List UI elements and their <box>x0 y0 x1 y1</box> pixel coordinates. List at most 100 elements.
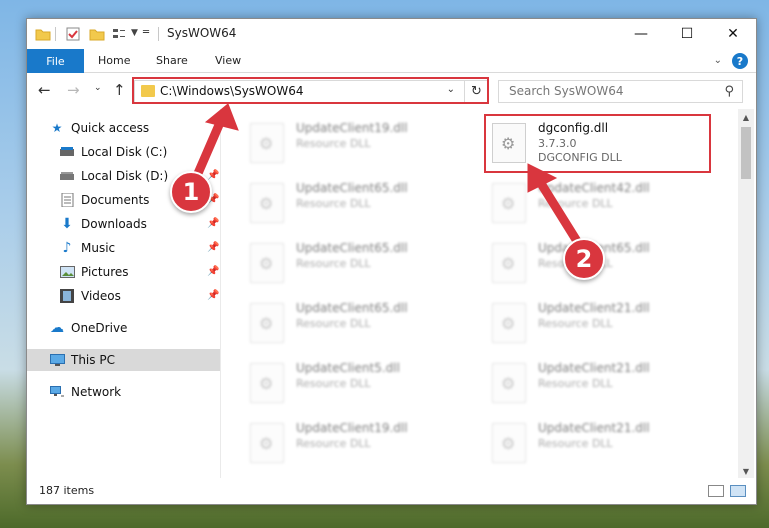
sidebar-item-this-pc[interactable]: This PC <box>27 349 220 371</box>
dll-file-icon <box>492 183 526 223</box>
sidebar-item-label: Local Disk (D:) <box>81 169 169 183</box>
file-highlight-box <box>484 114 711 173</box>
sidebar-item-network[interactable]: Network <box>49 381 219 403</box>
file-item[interactable]: UpdateClient65.dll Resource DLL <box>242 297 452 349</box>
tab-home[interactable]: Home <box>98 54 130 67</box>
forward-arrow-icon[interactable]: → <box>67 81 80 99</box>
large-icons-view-icon[interactable] <box>730 485 746 497</box>
file-description: Resource DLL <box>538 437 613 450</box>
sidebar-item-label: Network <box>71 385 122 399</box>
file-description: Resource DLL <box>538 377 613 390</box>
sidebar-item-quick-access[interactable]: ★ Quick access <box>49 117 219 139</box>
file-item[interactable]: UpdateClient65.dll Resource DLL <box>242 177 452 229</box>
search-box[interactable]: Search SysWOW64 ⚲ <box>498 80 743 103</box>
item-count: 187 items <box>39 484 95 497</box>
file-description: Resource DLL <box>296 257 371 270</box>
help-icon[interactable]: ? <box>732 53 748 69</box>
recent-locations-icon[interactable]: ⌄ <box>94 83 102 93</box>
network-icon <box>49 384 65 400</box>
file-name: UpdateClient19.dll <box>296 121 408 135</box>
dll-file-icon <box>250 303 284 343</box>
sidebar-item-label: Videos <box>81 289 121 303</box>
computer-icon <box>49 352 65 368</box>
back-arrow-icon[interactable]: ← <box>38 81 51 99</box>
file-description: Resource DLL <box>296 317 371 330</box>
address-highlight-box <box>132 77 489 104</box>
qa-customize-icon[interactable]: ═ <box>143 27 149 38</box>
details-view-icon[interactable] <box>708 485 724 497</box>
sidebar-item-label: OneDrive <box>71 321 128 335</box>
sidebar-item-label: Downloads <box>81 217 147 231</box>
file-name: UpdateClient65.dll <box>296 241 408 255</box>
pin-icon[interactable]: 📌 <box>207 170 219 181</box>
pictures-icon <box>59 264 75 280</box>
sidebar-item-local-disk-c[interactable]: Local Disk (C:) <box>59 141 219 163</box>
pin-icon[interactable]: 📌 <box>207 266 219 277</box>
file-name: UpdateClient21.dll <box>538 301 650 315</box>
sidebar-item-label: Local Disk (C:) <box>81 145 168 159</box>
tab-share[interactable]: Share <box>156 54 188 67</box>
file-item[interactable]: UpdateClient21.dll Resource DLL <box>484 297 694 349</box>
properties-icon[interactable] <box>65 26 81 42</box>
star-icon: ★ <box>51 121 63 135</box>
file-description: Resource DLL <box>538 197 613 210</box>
navigation-pane: ★ Quick access Local Disk (C:) Local Dis… <box>27 109 221 479</box>
file-item[interactable]: UpdateClient21.dll Resource DLL <box>484 357 694 409</box>
tab-view[interactable]: View <box>215 54 241 67</box>
scroll-thumb[interactable] <box>741 127 751 179</box>
minimize-button[interactable]: — <box>618 19 664 49</box>
dll-file-icon <box>250 183 284 223</box>
drive-icon <box>59 144 75 160</box>
scroll-up-icon[interactable]: ▲ <box>738 109 754 125</box>
file-name: UpdateClient21.dll <box>538 361 650 375</box>
file-description: Resource DLL <box>296 197 371 210</box>
file-description: Resource DLL <box>538 317 613 330</box>
sidebar-item-onedrive[interactable]: ☁ OneDrive <box>49 317 219 339</box>
dll-file-icon <box>492 243 526 283</box>
music-icon: ♪ <box>62 240 72 256</box>
file-name: UpdateClient19.dll <box>296 421 408 435</box>
folder-icon <box>35 29 51 41</box>
file-item[interactable]: UpdateClient21.dll Resource DLL <box>484 417 694 469</box>
title-divider <box>55 27 56 41</box>
file-item[interactable]: UpdateClient19.dll Resource DLL <box>242 417 452 469</box>
maximize-button[interactable]: ☐ <box>664 19 710 49</box>
tab-file[interactable]: File <box>27 49 84 73</box>
vertical-scrollbar[interactable]: ▲ ▼ <box>738 109 754 479</box>
drive-icon <box>59 168 75 184</box>
customize-toolbar-icon[interactable] <box>111 26 127 42</box>
step-2-badge: 2 <box>563 238 605 280</box>
sidebar-item-pictures[interactable]: Pictures <box>59 261 219 283</box>
file-item[interactable]: UpdateClient19.dll Resource DLL <box>242 117 452 169</box>
scroll-down-icon[interactable]: ▼ <box>738 463 754 479</box>
sidebar-item-label: Pictures <box>81 265 129 279</box>
documents-icon <box>59 192 75 208</box>
sidebar-item-music[interactable]: ♪ Music <box>59 237 219 259</box>
file-name: UpdateClient5.dll <box>296 361 400 375</box>
pin-icon[interactable]: 📌 <box>207 290 219 301</box>
sidebar-item-downloads[interactable]: ⬇ Downloads <box>59 213 219 235</box>
title-bar: ▼ ═ SysWOW64 — ☐ ✕ <box>27 19 756 49</box>
file-name: UpdateClient65.dll <box>296 181 408 195</box>
sidebar-item-label: Documents <box>81 193 150 207</box>
file-item[interactable]: UpdateClient42.dll Resource DLL <box>484 177 694 229</box>
window-title: SysWOW64 <box>167 26 237 40</box>
expand-ribbon-icon[interactable]: ⌄ <box>714 55 722 66</box>
new-folder-icon[interactable] <box>89 26 105 42</box>
videos-icon <box>59 288 75 304</box>
pin-icon[interactable]: 📌 <box>207 242 219 253</box>
file-description: Resource DLL <box>296 137 371 150</box>
file-name: UpdateClient42.dll <box>538 181 650 195</box>
file-item[interactable]: UpdateClient5.dll Resource DLL <box>242 357 452 409</box>
pin-icon[interactable]: 📌 <box>207 218 219 229</box>
ribbon-tabs: File Home Share View ⌄ ? <box>27 49 756 73</box>
up-arrow-icon[interactable]: ↑ <box>113 81 126 99</box>
search-input[interactable]: Search SysWOW64 <box>509 84 623 98</box>
download-icon: ⬇ <box>61 216 73 232</box>
search-icon[interactable]: ⚲ <box>724 84 734 99</box>
sidebar-item-videos[interactable]: Videos <box>59 285 219 307</box>
qa-dropdown-icon[interactable]: ▼ <box>131 28 138 38</box>
dll-file-icon <box>250 363 284 403</box>
close-button[interactable]: ✕ <box>710 19 756 49</box>
file-item[interactable]: UpdateClient65.dll Resource DLL <box>242 237 452 289</box>
